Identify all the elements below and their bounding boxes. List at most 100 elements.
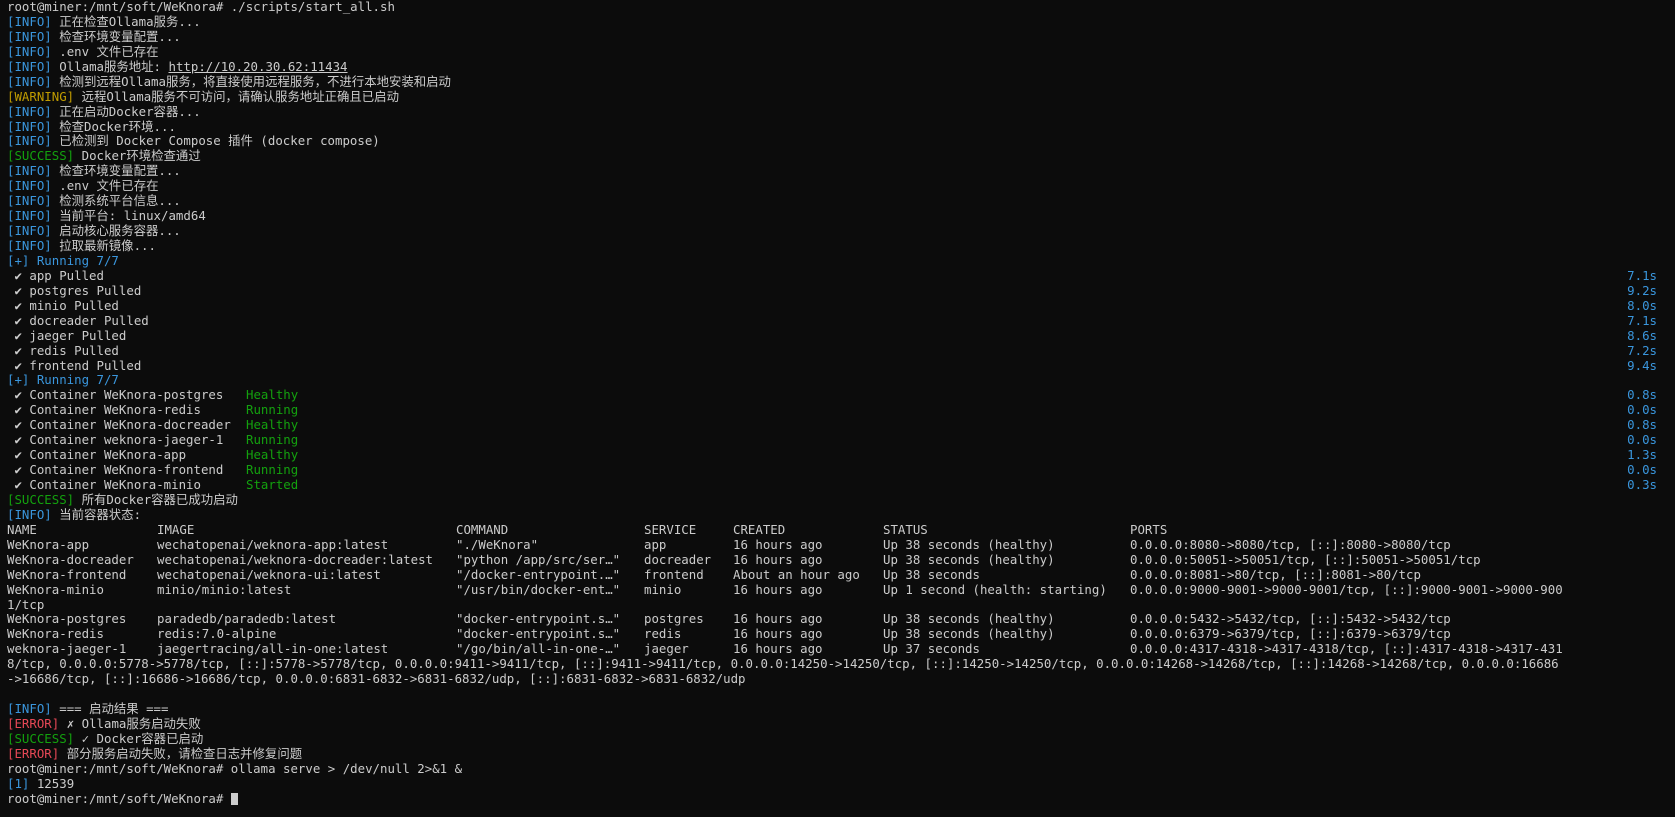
table-cell: Up 38 seconds (healthy): [883, 611, 1055, 627]
success-tag: [SUCCESS]: [7, 148, 75, 164]
log-text: 启动核心服务容器...: [59, 223, 181, 239]
log-text: 部分服务启动失败，请检查日志并修复问题: [66, 745, 303, 761]
table-cell: 0.0.0.0:8081->80/tcp, [::]:8081->80/tcp: [1130, 566, 1421, 582]
container-name: ✔ Container WeKnora-redis: [7, 402, 201, 418]
container-time: 0.0s: [1627, 402, 1657, 418]
log-text: 所有Docker容器已成功启动: [81, 491, 238, 507]
table-header-cell: IMAGE: [157, 521, 195, 537]
info-tag: [INFO]: [7, 238, 52, 253]
table-header-cell: PORTS: [1130, 521, 1168, 537]
table-wrap-line: 8/tcp, 0.0.0.0:5778->5778/tcp, [::]:5778…: [7, 656, 1559, 672]
table-cell: WeKnora-postgres: [7, 611, 127, 627]
log-text: 已检测到 Docker Compose 插件 (docker compose): [59, 133, 380, 149]
log-text: .env 文件已存在: [59, 43, 159, 59]
table-cell: paradedb/paradedb:latest: [157, 611, 337, 627]
log-text: .env 文件已存在: [59, 178, 159, 194]
table-row: WeKnora-frontend wechatopenai/weknora-ui:…: [7, 566, 1667, 583]
table-cell: "/go/bin/all-in-one-…": [456, 641, 621, 657]
info-tag: [INFO]: [7, 193, 52, 209]
success-tag: [SUCCESS]: [7, 491, 75, 507]
container-name: ✔ Container weknora-jaeger-1: [7, 432, 224, 448]
ollama-url-link[interactable]: http://10.20.30.62:11434: [168, 59, 347, 74]
log-text: Ollama服务地址:: [59, 58, 169, 74]
pulled-list: ✔ app Pulled 7.1s ✔ postgres Pulled 9.2s ✔…: [7, 267, 1667, 374]
table-cell: 0.0.0.0:50051->50051/tcp, [::]:50051->50…: [1130, 551, 1481, 567]
pulled-item: ✔ jaeger Pulled 8.6s: [7, 328, 1667, 344]
container-name: ✔ Container WeKnora-minio: [7, 477, 201, 492]
table-cell: 0.0.0.0:6379->6379/tcp, [::]:6379->6379/…: [1130, 626, 1451, 642]
container-list: ✔ Container WeKnora-postgres Healthy 0.8s …: [7, 387, 1667, 493]
table-row: weknora-jaeger-1 jaegertracing/all-in-one…: [7, 641, 1667, 657]
info-tag: [INFO]: [7, 13, 52, 29]
log-line: [INFO] 检查Docker环境...: [7, 119, 1667, 135]
pulled-item: ✔ minio Pulled 8.0s: [7, 297, 1667, 314]
log-line: [SUCCESS] 所有Docker容器已成功启动: [7, 491, 1667, 508]
log-text: 远程Ollama服务不可访问，请确认服务地址正确且已启动: [81, 88, 399, 104]
log-line: [SUCCESS] ✓ Docker容器已启动: [7, 730, 1667, 747]
table-cell: Up 38 seconds (healthy): [883, 626, 1055, 642]
log-line: [INFO] .env 文件已存在: [7, 178, 1667, 194]
log-line: [ERROR] 部分服务启动失败，请检查日志并修复问题: [7, 745, 1667, 762]
table-cell: 16 hours ago: [733, 641, 823, 657]
log-text: ✓ Docker容器已启动: [81, 730, 204, 746]
log-line: [SUCCESS] Docker环境检查通过: [7, 148, 1667, 164]
job-number: [1]: [7, 775, 30, 791]
terminal-window[interactable]: root@miner:/mnt/soft/WeKnora# ./scripts/…: [7, 0, 1667, 817]
pulled-item: ✔ frontend Pulled 9.4s: [7, 358, 1667, 374]
table-cell: About an hour ago: [733, 566, 860, 582]
log-text: === 启动结果 ===: [59, 701, 169, 717]
table-cell: WeKnora-docreader: [7, 551, 134, 567]
info-tag: [INFO]: [7, 701, 52, 717]
table-cell: Up 1 second (health: starting): [883, 581, 1107, 597]
table-cell: "docker-entrypoint.s…": [456, 611, 621, 627]
log-text: 检查环境变量配置...: [59, 163, 181, 179]
table-header-cell: SERVICE: [644, 521, 697, 537]
table-cell: Up 38 seconds (healthy): [883, 536, 1055, 552]
log-line: [INFO] 正在检查Ollama服务...: [7, 13, 1667, 30]
table-cell: WeKnora-frontend: [7, 566, 127, 582]
log-text: 正在检查Ollama服务...: [59, 13, 201, 29]
pulled-item: ✔ docreader Pulled 7.1s: [7, 312, 1667, 329]
container-time: 0.8s: [1627, 387, 1657, 403]
container-item: ✔ Container WeKnora-minio Started 0.3s: [7, 477, 1667, 493]
log-line: [INFO] 已检测到 Docker Compose 插件 (docker co…: [7, 133, 1667, 149]
pulled-time: 7.1s: [1627, 312, 1657, 328]
log-text: 正在启动Docker容器...: [59, 103, 201, 119]
shell-prompt: root@miner:/mnt/soft/WeKnora#: [7, 790, 231, 806]
info-tag: [INFO]: [7, 43, 52, 59]
pulled-text: ✔ app Pulled: [7, 267, 104, 283]
table-cell: Up 38 seconds: [883, 566, 980, 582]
prompt-line[interactable]: root@miner:/mnt/soft/WeKnora#: [7, 790, 1667, 807]
pulled-item: ✔ postgres Pulled 9.2s: [7, 283, 1667, 299]
table-cell: redis:7.0-alpine: [157, 626, 277, 642]
container-name: ✔ Container WeKnora-postgres: [7, 387, 224, 403]
table-cell: redis: [644, 626, 682, 642]
log-line: [INFO] === 启动结果 ===: [7, 701, 1667, 717]
table-cell: WeKnora-redis: [7, 626, 104, 642]
table-cell: "/docker-entrypoint.…": [456, 566, 621, 582]
log-line: [INFO] 拉取最新镜像...: [7, 238, 1667, 254]
table-cell: minio: [644, 581, 682, 597]
container-time: 1.3s: [1627, 447, 1657, 463]
warning-tag: [WARNING]: [7, 88, 75, 104]
table-header-cell: STATUS: [883, 521, 928, 537]
log-line: [INFO] 检查环境变量配置...: [7, 29, 1667, 45]
table-cell: 16 hours ago: [733, 551, 823, 567]
log-text: 当前平台: linux/amd64: [59, 208, 206, 224]
log-line: [INFO] 当前容器状态:: [7, 507, 1667, 523]
info-tag: [INFO]: [7, 58, 52, 74]
table-cell: postgres: [644, 611, 704, 627]
pulled-time: 8.0s: [1627, 297, 1657, 313]
log-text: 检测系统平台信息...: [59, 193, 181, 209]
table-cell: 16 hours ago: [733, 626, 823, 642]
table-row: WeKnora-app wechatopenai/weknora-app:late…: [7, 536, 1667, 553]
info-tag: [INFO]: [7, 163, 52, 179]
cursor-block: [230, 792, 238, 805]
container-state: Started: [246, 477, 299, 492]
container-state: Running: [246, 402, 299, 418]
job-line: [1] 12539: [7, 775, 1667, 792]
table-cell: Up 37 seconds: [883, 641, 980, 657]
pulled-item: ✔ redis Pulled 7.2s: [7, 343, 1667, 359]
log-text: 检测到远程Ollama服务，将直接使用远程服务，不进行本地安装和启动: [59, 73, 451, 89]
